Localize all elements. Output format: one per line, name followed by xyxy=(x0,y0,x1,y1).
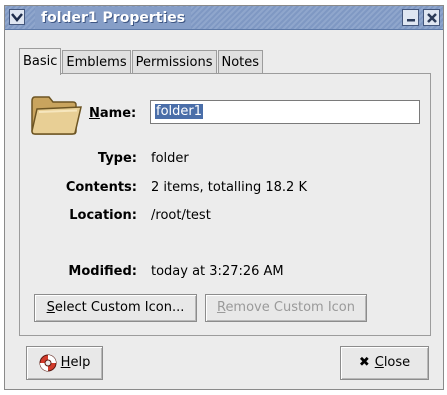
modified-label: Modified: xyxy=(68,264,137,279)
lifebuoy-icon xyxy=(39,354,57,372)
type-value: folder xyxy=(151,151,189,166)
select-icon-mnemonic: S xyxy=(46,300,55,315)
properties-window: folder1 Properties Basic Emblems Permiss… xyxy=(4,5,444,390)
name-label: Name: xyxy=(89,106,137,121)
select-icon-label: elect Custom Icon... xyxy=(54,300,185,315)
location-label: Location: xyxy=(69,208,137,223)
select-custom-icon-button[interactable]: Select Custom Icon... xyxy=(34,294,197,322)
tab-notes[interactable]: Notes xyxy=(217,50,264,74)
chevron-down-icon xyxy=(11,13,23,22)
folder-icon xyxy=(31,96,82,135)
modified-value: today at 3:27:26 AM xyxy=(151,264,284,279)
name-label-text: ame: xyxy=(99,106,137,121)
name-field[interactable]: folder1 xyxy=(150,100,420,124)
minimize-button[interactable] xyxy=(402,9,419,26)
tab-bar: Basic Emblems Permissions Notes xyxy=(19,48,264,75)
window-title: folder1 Properties xyxy=(35,7,192,29)
close-label: lose xyxy=(383,355,411,370)
contents-value: 2 items, totalling 18.2 K xyxy=(151,180,307,195)
window-menu-button[interactable] xyxy=(9,9,25,25)
contents-label: Contents: xyxy=(65,180,137,195)
close-button[interactable]: ✖ Close xyxy=(340,346,429,380)
tab-emblems[interactable]: Emblems xyxy=(62,50,131,74)
location-value: /root/test xyxy=(151,208,211,223)
name-field-value: folder1 xyxy=(155,104,204,119)
remove-custom-icon-button[interactable]: Remove Custom Icon xyxy=(205,294,367,322)
help-label: elp xyxy=(70,355,91,370)
tab-basic[interactable]: Basic xyxy=(19,48,62,75)
remove-icon-label: emove Custom Icon xyxy=(225,300,355,315)
close-mnemonic: C xyxy=(374,355,384,370)
help-button[interactable]: Help xyxy=(26,346,103,380)
minimize-icon xyxy=(406,18,415,21)
type-label: Type: xyxy=(97,151,137,166)
close-icon xyxy=(426,12,437,23)
title-bar[interactable]: folder1 Properties xyxy=(5,6,443,30)
close-window-button[interactable] xyxy=(423,9,440,26)
close-x-icon: ✖ xyxy=(358,355,370,370)
help-mnemonic: H xyxy=(60,355,71,370)
tab-permissions[interactable]: Permissions xyxy=(131,50,217,74)
